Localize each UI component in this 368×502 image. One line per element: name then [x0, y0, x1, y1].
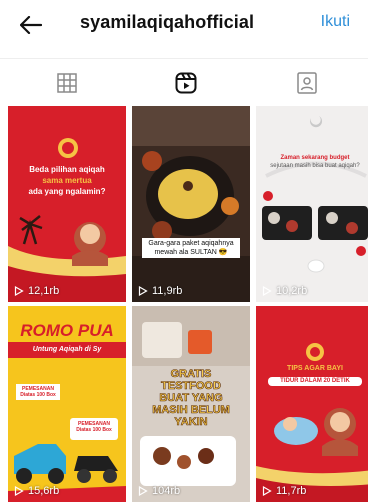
- reel-thumbnail: [256, 306, 368, 502]
- follow-button[interactable]: Ikuti: [321, 13, 350, 31]
- play-icon: [262, 286, 272, 296]
- reel-caption: Gara-gara paket aqiqahnya mewah ala SULT…: [142, 238, 240, 258]
- back-button[interactable]: [16, 10, 46, 40]
- reel-tile[interactable]: TIPS AGAR BAYI TIDUR DALAM 20 DETIK 11,7…: [256, 306, 368, 502]
- view-count: 11,9rb: [138, 285, 182, 297]
- reel-badge: PEMESANAN Diatas 100 Box: [16, 384, 60, 400]
- reels-icon: [175, 72, 197, 94]
- reel-badge: PEMESANAN Diatas 100 Box: [76, 421, 112, 433]
- profile-header: syamilaqiqahofficial Ikuti: [0, 0, 368, 50]
- reel-caption: TIPS AGAR BAYI: [287, 365, 343, 372]
- tab-posts[interactable]: [6, 59, 128, 107]
- play-icon: [138, 486, 148, 496]
- play-icon: [262, 486, 272, 496]
- view-count: 15,6rb: [14, 485, 59, 497]
- grid-icon: [57, 73, 77, 93]
- view-count: 104rb: [138, 485, 180, 497]
- play-icon: [14, 486, 24, 496]
- reel-thumbnail: [132, 106, 250, 302]
- reel-tile[interactable]: GRATIS TESTFOOD BUAT YANG MASIH BELUM YA…: [132, 306, 250, 502]
- reel-tile[interactable]: Zaman sekarang budget sejutaan masih bis…: [256, 106, 368, 302]
- tab-tagged[interactable]: [246, 59, 368, 107]
- reel-subcaption: TIDUR DALAM 20 DETIK: [268, 377, 362, 386]
- tagged-icon: [297, 72, 317, 94]
- play-icon: [14, 286, 24, 296]
- view-count: 12,1rb: [14, 285, 59, 297]
- reel-subcaption: Untung Aqiqah di Sy: [32, 346, 102, 353]
- reel-caption: ROMO PUA: [20, 321, 114, 340]
- reel-caption: Zaman sekarang budget sejutaan masih bis…: [270, 155, 360, 169]
- reel-tile[interactable]: Beda pilihan aqiqah sama mertua ada yang…: [8, 106, 126, 302]
- play-icon: [138, 286, 148, 296]
- reel-caption: Beda pilihan aqiqah sama mertua ada yang…: [28, 165, 106, 196]
- username-title: syamilaqiqahofficial: [80, 12, 255, 32]
- reel-thumbnail: [8, 106, 126, 302]
- view-count: 10,2rb: [262, 285, 307, 297]
- reel-caption: GRATIS TESTFOOD BUAT YANG MASIH BELUM YA…: [152, 368, 230, 429]
- reel-tile[interactable]: Gara-gara paket aqiqahnya mewah ala SULT…: [132, 106, 250, 302]
- profile-tabs: [0, 58, 368, 107]
- reel-tile[interactable]: ROMO PUA Untung Aqiqah di Sy PEMESANAN D…: [8, 306, 126, 502]
- tab-reels[interactable]: [125, 59, 247, 107]
- view-count: 11,7rb: [262, 485, 306, 497]
- arrow-left-icon: [20, 16, 42, 34]
- reel-thumbnail: [256, 106, 368, 302]
